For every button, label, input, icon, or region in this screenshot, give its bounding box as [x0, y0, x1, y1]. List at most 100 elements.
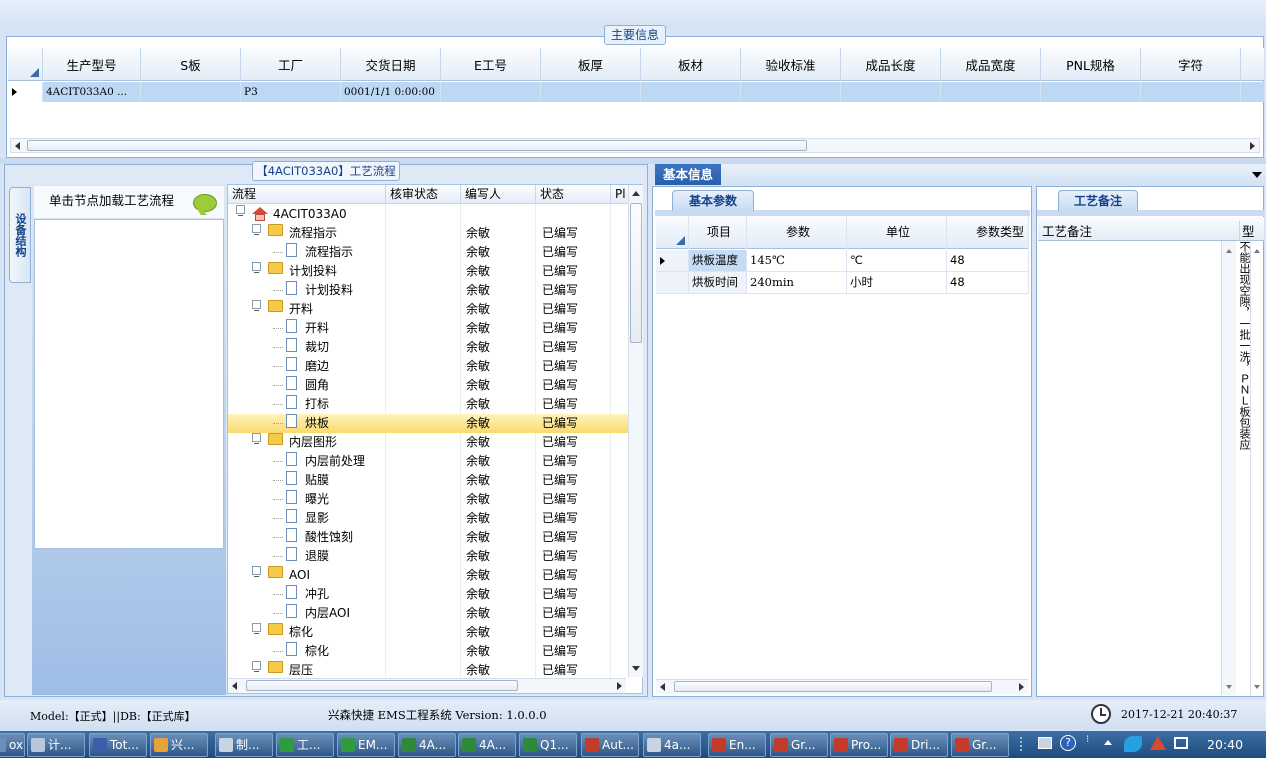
- taskbar-button[interactable]: 4A...: [458, 733, 516, 757]
- row-selector-header[interactable]: [656, 216, 689, 249]
- param-cell[interactable]: 145℃: [747, 250, 847, 271]
- tree-row[interactable]: 贴膜 余敏 已编写: [228, 471, 628, 490]
- tree-vscrollbar[interactable]: [628, 185, 643, 677]
- collapse-toggle-icon[interactable]: −: [252, 566, 261, 581]
- scroll-right-icon[interactable]: [1019, 683, 1024, 691]
- main-cell[interactable]: [841, 82, 941, 102]
- scroll-down-icon[interactable]: [1226, 685, 1232, 689]
- taskbar-button[interactable]: Gr...: [770, 733, 828, 757]
- collapse-toggle-icon[interactable]: −: [252, 262, 261, 277]
- param-cell[interactable]: 48: [947, 250, 1029, 271]
- main-cell[interactable]: [941, 82, 1041, 102]
- main-cell[interactable]: [1041, 82, 1141, 102]
- tab-basic-params[interactable]: 基本参数: [672, 190, 754, 211]
- tree-row[interactable]: 烘板 余敏 已编写: [228, 414, 628, 433]
- col-status[interactable]: 状态: [536, 185, 611, 204]
- tree-row[interactable]: 退膜 余敏 已编写: [228, 547, 628, 566]
- scroll-right-icon[interactable]: [1250, 142, 1255, 150]
- col-author[interactable]: 编写人: [461, 185, 536, 204]
- tree-row[interactable]: 流程指示 余敏 已编写: [228, 243, 628, 262]
- taskbar-button[interactable]: 4A...: [398, 733, 456, 757]
- tree-row[interactable]: − 计划投料 余敏 已编写: [228, 262, 628, 281]
- main-col-header[interactable]: S板: [141, 48, 241, 81]
- taskbar-button[interactable]: 制...: [215, 733, 273, 757]
- main-cell[interactable]: P3: [241, 82, 341, 102]
- taskbar-button[interactable]: Tot...: [89, 733, 147, 757]
- main-col-header[interactable]: 成品长度: [841, 48, 941, 81]
- taskbar-button[interactable]: Dri...: [890, 733, 948, 757]
- main-grid-scroll-thumb[interactable]: [27, 140, 807, 151]
- param-row[interactable]: 烘板时间 240min 小时 48: [656, 272, 1029, 294]
- col-unit[interactable]: 单位: [847, 216, 947, 249]
- scroll-up-icon[interactable]: [1254, 249, 1260, 253]
- notes-side-scrollbar[interactable]: [1250, 241, 1264, 695]
- col-pl[interactable]: Pl: [611, 185, 628, 204]
- keyboard-icon[interactable]: [1038, 737, 1052, 749]
- main-col-header[interactable]: 成品宽度: [941, 48, 1041, 81]
- taskbar-button[interactable]: Q1...: [519, 733, 577, 757]
- scroll-up-icon[interactable]: [632, 191, 640, 196]
- taskbar-button[interactable]: En...: [708, 733, 766, 757]
- tree-row[interactable]: − 流程指示 余敏 已编写: [228, 224, 628, 243]
- taskbar-button[interactable]: EM...: [337, 733, 395, 757]
- tree-row[interactable]: 打标 余敏 已编写: [228, 395, 628, 414]
- tree-row[interactable]: 酸性蚀刻 余敏 已编写: [228, 528, 628, 547]
- tree-row[interactable]: 磨边 余敏 已编写: [228, 357, 628, 376]
- input-method-icon[interactable]: ⁝: [1086, 734, 1089, 745]
- tree-row[interactable]: 内层AOI 余敏 已编写: [228, 604, 628, 623]
- tree-scroll-thumb[interactable]: [630, 203, 642, 343]
- main-col-header[interactable]: E工号: [441, 48, 541, 81]
- param-row[interactable]: 烘板温度 145℃ ℃ 48: [656, 250, 1029, 272]
- main-cell[interactable]: [1141, 82, 1241, 102]
- col-param-type[interactable]: 参数类型: [947, 216, 1029, 249]
- scroll-up-icon[interactable]: [1226, 249, 1232, 253]
- tree-row[interactable]: 计划投料 余敏 已编写: [228, 281, 628, 300]
- params-scroll-thumb[interactable]: [674, 681, 992, 692]
- tray-app-icon[interactable]: [1124, 736, 1142, 752]
- param-cell[interactable]: 240min: [747, 272, 847, 293]
- chevron-down-icon[interactable]: [1252, 172, 1262, 178]
- taskbar-button[interactable]: 4a...: [643, 733, 701, 757]
- taskbar-button[interactable]: 计...: [27, 733, 85, 757]
- main-col-header[interactable]: 生产型号: [43, 48, 141, 81]
- param-cell[interactable]: 48: [947, 272, 1029, 293]
- tree-row[interactable]: − AOI 余敏 已编写: [228, 566, 628, 585]
- tray-expand-icon[interactable]: [1104, 740, 1112, 745]
- param-cell[interactable]: ℃: [847, 250, 947, 271]
- main-grid-hscrollbar[interactable]: [10, 138, 1260, 153]
- main-cell[interactable]: [141, 82, 241, 102]
- tree-row[interactable]: − 内层图形 余敏 已编写: [228, 433, 628, 452]
- taskbar-button[interactable]: 兴...: [150, 733, 208, 757]
- collapse-toggle-icon[interactable]: −: [252, 433, 261, 448]
- scroll-left-icon[interactable]: [660, 683, 665, 691]
- tab-process-notes[interactable]: 工艺备注: [1058, 190, 1138, 211]
- vertical-tab-equipment[interactable]: 设备结构: [9, 187, 31, 283]
- params-hscrollbar[interactable]: [656, 679, 1028, 694]
- main-cell[interactable]: [741, 82, 841, 102]
- scroll-down-icon[interactable]: [632, 666, 640, 671]
- tree-row[interactable]: 显影 余敏 已编写: [228, 509, 628, 528]
- col-review-status[interactable]: 核审状态: [386, 185, 461, 204]
- col-param[interactable]: 参数: [747, 216, 847, 249]
- collapse-toggle-icon[interactable]: −: [252, 300, 261, 315]
- main-col-header[interactable]: 字符: [1141, 48, 1241, 81]
- main-cell[interactable]: 4ACIT033A0 ...: [43, 82, 141, 102]
- tree-row[interactable]: − 4ACIT033A0: [228, 205, 628, 224]
- row-selector-header[interactable]: [8, 48, 43, 81]
- collapse-toggle-icon[interactable]: −: [252, 224, 261, 239]
- main-cell[interactable]: [441, 82, 541, 102]
- notes-vscrollbar[interactable]: [1221, 241, 1236, 695]
- help-icon[interactable]: ?: [1060, 735, 1076, 751]
- tree-row[interactable]: 内层前处理 余敏 已编写: [228, 452, 628, 471]
- main-col-header[interactable]: 交货日期: [341, 48, 441, 81]
- taskbar-button[interactable]: Aut...: [581, 733, 639, 757]
- notes-col-type[interactable]: 型: [1239, 221, 1255, 240]
- tree-row[interactable]: 棕化 余敏 已编写: [228, 642, 628, 661]
- param-cell[interactable]: 小时: [847, 272, 947, 293]
- tray-alert-icon[interactable]: [1150, 736, 1166, 750]
- tree-hscrollbar[interactable]: [228, 678, 626, 693]
- main-cell[interactable]: 0001/1/1 0:00:00: [341, 82, 441, 102]
- tree-row[interactable]: 曝光 余敏 已编写: [228, 490, 628, 509]
- collapse-toggle-icon[interactable]: −: [252, 623, 261, 638]
- main-col-header[interactable]: 板材: [641, 48, 741, 81]
